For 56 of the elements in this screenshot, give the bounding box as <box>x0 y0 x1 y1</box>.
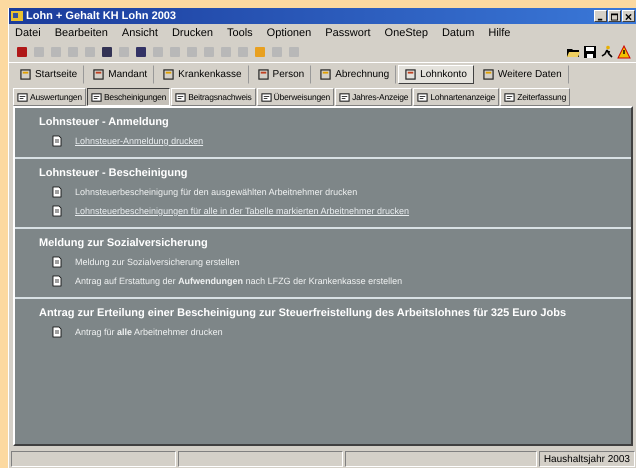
tab-icon <box>17 92 28 102</box>
app-icon <box>11 10 23 22</box>
menu-item[interactable]: Hilfe <box>488 27 510 39</box>
section-title: Antrag zur Erteilung einer Bescheinigung zur Steuerfreistellung des Arbeitslohnes für 325 Euro Jobs <box>39 307 568 319</box>
warning-icon[interactable] <box>617 45 631 59</box>
menu-item[interactable]: OneStep <box>384 27 428 39</box>
section-title: Lohnsteuer - Anmeldung <box>39 116 170 128</box>
sub-tab[interactable]: Zeiterfassung <box>500 88 570 106</box>
section-title: Meldung zur Sozialversicherung <box>39 237 209 249</box>
tab-icon <box>258 69 269 80</box>
document-icon <box>51 186 63 198</box>
close-button[interactable] <box>622 10 635 22</box>
toolbar-icon[interactable] <box>134 45 148 59</box>
menu-item[interactable]: Datum <box>442 27 474 39</box>
menu-item[interactable]: Bearbeiten <box>54 27 108 39</box>
tab-icon <box>163 69 174 80</box>
window-title: Lohn + Gehalt KH Lohn 2003 <box>26 10 176 22</box>
tab-icon <box>417 92 428 102</box>
menu-item[interactable]: Ansicht <box>122 27 158 39</box>
tab-icon <box>20 69 31 80</box>
tab-icon <box>339 92 350 102</box>
sub-tab[interactable]: Lohnartenanzeige <box>413 88 500 106</box>
document-icon <box>51 135 63 147</box>
menu-item[interactable]: Tools <box>226 27 253 39</box>
sub-tab[interactable]: Bescheinigungen <box>86 88 170 106</box>
document-icon <box>51 205 63 217</box>
sub-tab[interactable]: Jahres-Anzeige <box>335 88 412 106</box>
toolbar-icon[interactable] <box>15 45 29 59</box>
menu-item[interactable]: Datei <box>15 27 41 39</box>
section-title: Lohnsteuer - Bescheinigung <box>39 167 189 179</box>
running-figure-icon[interactable] <box>600 45 614 59</box>
tab-icon <box>504 92 516 102</box>
toolbar-icon[interactable] <box>100 45 114 59</box>
save-icon[interactable] <box>583 45 597 59</box>
menu-item[interactable]: Passwort <box>325 27 371 39</box>
maximize-icon <box>611 13 618 21</box>
sub-tab[interactable]: Beitragsnachweis <box>171 88 256 106</box>
main-tab[interactable]: Lohnkonto <box>398 65 474 84</box>
status-text: Haushaltsjahr 2003 <box>538 451 635 467</box>
close-icon <box>625 13 632 21</box>
menu-item[interactable]: Drucken <box>172 27 213 39</box>
tab-icon <box>260 92 272 102</box>
sub-tab[interactable]: Überweisungen <box>256 88 334 106</box>
minimize-button[interactable] <box>594 10 607 22</box>
menu-item[interactable]: Optionen <box>266 27 312 39</box>
document-icon <box>51 326 63 338</box>
maximize-button[interactable] <box>608 10 621 22</box>
tab-icon <box>482 69 494 80</box>
tab-icon <box>405 69 416 80</box>
sub-tab[interactable]: Auswertungen <box>13 88 86 106</box>
document-icon <box>51 256 63 268</box>
tab-icon <box>175 92 186 102</box>
document-icon <box>51 275 63 287</box>
tab-icon <box>90 92 102 102</box>
tab-icon <box>93 69 104 80</box>
tab-icon <box>320 69 332 80</box>
